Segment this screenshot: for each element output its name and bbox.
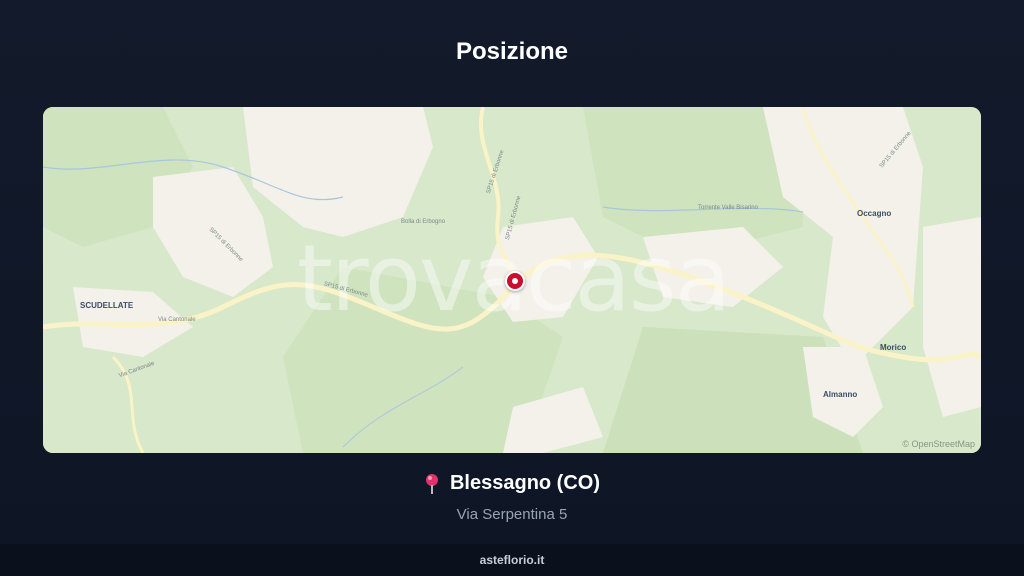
footer: asteflorio.it: [0, 544, 1024, 576]
map-pin-icon: [424, 473, 440, 495]
road-label: Via Cantonale: [158, 317, 196, 323]
location-city-line: Blessagno (CO): [424, 472, 600, 495]
road-label: Torrente Valle Bisarino: [698, 205, 758, 211]
road-label: Bolla di Erbogno: [401, 219, 446, 225]
location-marker-icon[interactable]: [505, 271, 525, 291]
footer-site-link[interactable]: asteflorio.it: [480, 553, 545, 567]
page-title: Posizione: [455, 38, 569, 65]
map-view[interactable]: trovacasa Occagno SCUDELLATE Morico Alma…: [43, 107, 981, 453]
place-label-morico: Morico: [880, 343, 907, 352]
place-label-occagno: Occagno: [857, 209, 892, 218]
location-city: Blessagno (CO): [449, 472, 601, 494]
location-address: Via Serpentina 5: [456, 505, 568, 523]
location-info: Blessagno (CO) Via Serpentina 5: [0, 472, 1024, 523]
place-label-scudellate: SCUDELLATE: [80, 301, 134, 310]
map-attribution[interactable]: © OpenStreetMap: [902, 439, 975, 449]
place-label-almanno: Almanno: [823, 390, 858, 399]
